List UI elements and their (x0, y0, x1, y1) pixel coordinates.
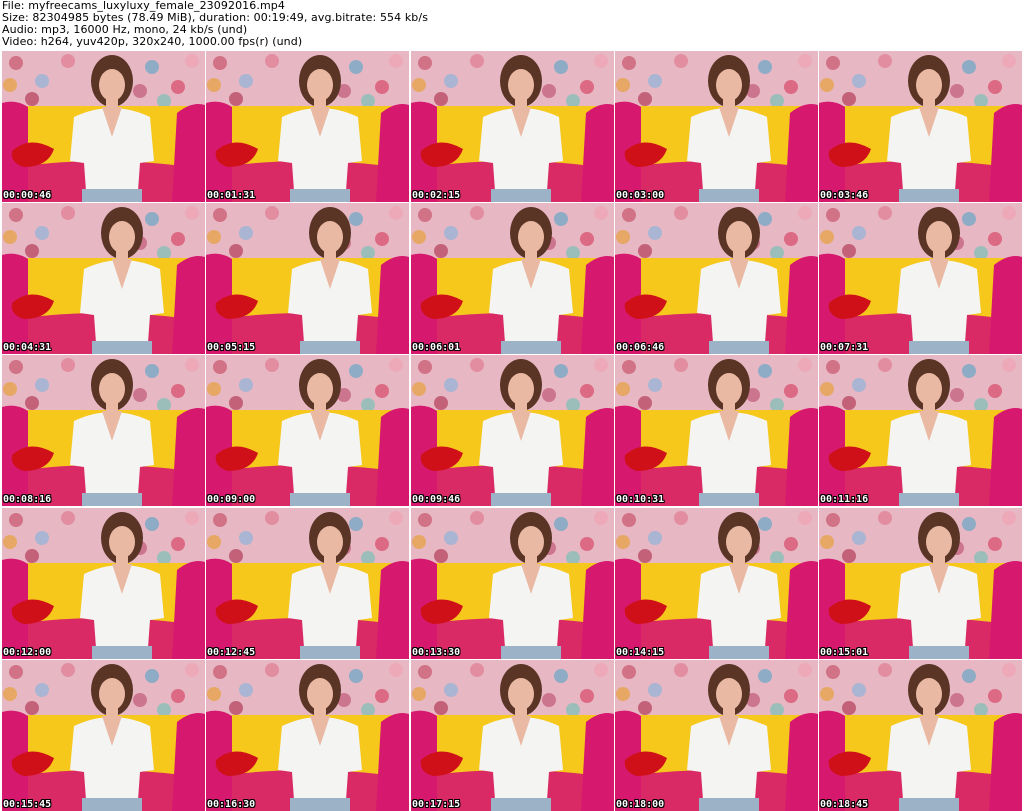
frame-timestamp: 00:00:46 (3, 190, 52, 201)
video-frame-thumbnail: 00:18:00 (615, 660, 818, 811)
frame-image (819, 355, 1022, 506)
video-frame-thumbnail: 00:02:15 (411, 51, 614, 202)
video-frame-thumbnail: 00:16:30 (206, 660, 409, 811)
frame-timestamp: 00:07:31 (820, 342, 869, 353)
frame-timestamp: 00:12:00 (3, 647, 52, 658)
frame-timestamp: 00:17:15 (412, 799, 461, 810)
frame-image (2, 51, 205, 202)
video-frame-thumbnail: 00:15:01 (819, 508, 1022, 659)
frame-timestamp: 00:16:30 (207, 799, 256, 810)
frame-image (206, 51, 409, 202)
frame-timestamp: 00:09:00 (207, 494, 256, 505)
frame-timestamp: 00:13:30 (412, 647, 461, 658)
frame-image (206, 660, 409, 811)
frame-timestamp: 00:15:45 (3, 799, 52, 810)
frame-timestamp: 00:02:15 (412, 190, 461, 201)
frame-timestamp: 00:10:31 (616, 494, 665, 505)
video-frame-thumbnail: 00:12:45 (206, 508, 409, 659)
frame-image (615, 51, 818, 202)
video-frame-thumbnail: 00:13:30 (411, 508, 614, 659)
frame-image (2, 203, 205, 354)
video-frame-thumbnail: 00:06:01 (411, 203, 614, 354)
frame-image (206, 508, 409, 659)
video-frame-thumbnail: 00:15:45 (2, 660, 205, 811)
frame-image (2, 508, 205, 659)
frame-timestamp: 00:18:45 (820, 799, 869, 810)
frame-image (206, 355, 409, 506)
frame-timestamp: 00:12:45 (207, 647, 256, 658)
frame-timestamp: 00:06:46 (616, 342, 665, 353)
frame-image (819, 508, 1022, 659)
frame-image (411, 203, 614, 354)
video-frame-thumbnail: 00:18:45 (819, 660, 1022, 811)
video-info-line: Video: h264, yuv420p, 320x240, 1000.00 f… (2, 35, 303, 48)
video-frame-thumbnail: 00:09:46 (411, 355, 614, 506)
video-frame-thumbnail: 00:09:00 (206, 355, 409, 506)
frame-timestamp: 00:05:15 (207, 342, 256, 353)
frame-image (411, 355, 614, 506)
frame-timestamp: 00:06:01 (412, 342, 461, 353)
video-frame-thumbnail: 00:12:00 (2, 508, 205, 659)
video-frame-thumbnail: 00:08:16 (2, 355, 205, 506)
frame-image (819, 51, 1022, 202)
frame-image (411, 660, 614, 811)
video-frame-thumbnail: 00:11:16 (819, 355, 1022, 506)
frame-image (819, 203, 1022, 354)
video-frame-thumbnail: 00:01:31 (206, 51, 409, 202)
frame-timestamp: 00:04:31 (3, 342, 52, 353)
video-frame-thumbnail: 00:07:31 (819, 203, 1022, 354)
video-frame-thumbnail: 00:04:31 (2, 203, 205, 354)
frame-timestamp: 00:09:46 (412, 494, 461, 505)
thumbnail-grid: 00:00:46 00:01:31 00:02:15 00:03:00 00:03:46… (2, 51, 1022, 811)
video-frame-thumbnail: 00:10:31 (615, 355, 818, 506)
frame-image (819, 660, 1022, 811)
video-frame-thumbnail: 00:00:46 (2, 51, 205, 202)
frame-timestamp: 00:14:15 (616, 647, 665, 658)
frame-image (615, 508, 818, 659)
frame-image (206, 203, 409, 354)
frame-image (615, 203, 818, 354)
frame-image (411, 51, 614, 202)
frame-timestamp: 00:03:00 (616, 190, 665, 201)
frame-image (615, 660, 818, 811)
frame-image (2, 660, 205, 811)
frame-timestamp: 00:01:31 (207, 190, 256, 201)
video-frame-thumbnail: 00:05:15 (206, 203, 409, 354)
video-frame-thumbnail: 00:03:00 (615, 51, 818, 202)
video-frame-thumbnail: 00:17:15 (411, 660, 614, 811)
frame-timestamp: 00:08:16 (3, 494, 52, 505)
file-info-header: File: myfreecams_luxyluxy_female_2309201… (2, 0, 1022, 50)
frame-image (615, 355, 818, 506)
video-frame-thumbnail: 00:03:46 (819, 51, 1022, 202)
frame-timestamp: 00:03:46 (820, 190, 869, 201)
frame-image (2, 355, 205, 506)
frame-timestamp: 00:18:00 (616, 799, 665, 810)
frame-timestamp: 00:11:16 (820, 494, 869, 505)
video-frame-thumbnail: 00:14:15 (615, 508, 818, 659)
frame-timestamp: 00:15:01 (820, 647, 869, 658)
frame-image (411, 508, 614, 659)
video-frame-thumbnail: 00:06:46 (615, 203, 818, 354)
